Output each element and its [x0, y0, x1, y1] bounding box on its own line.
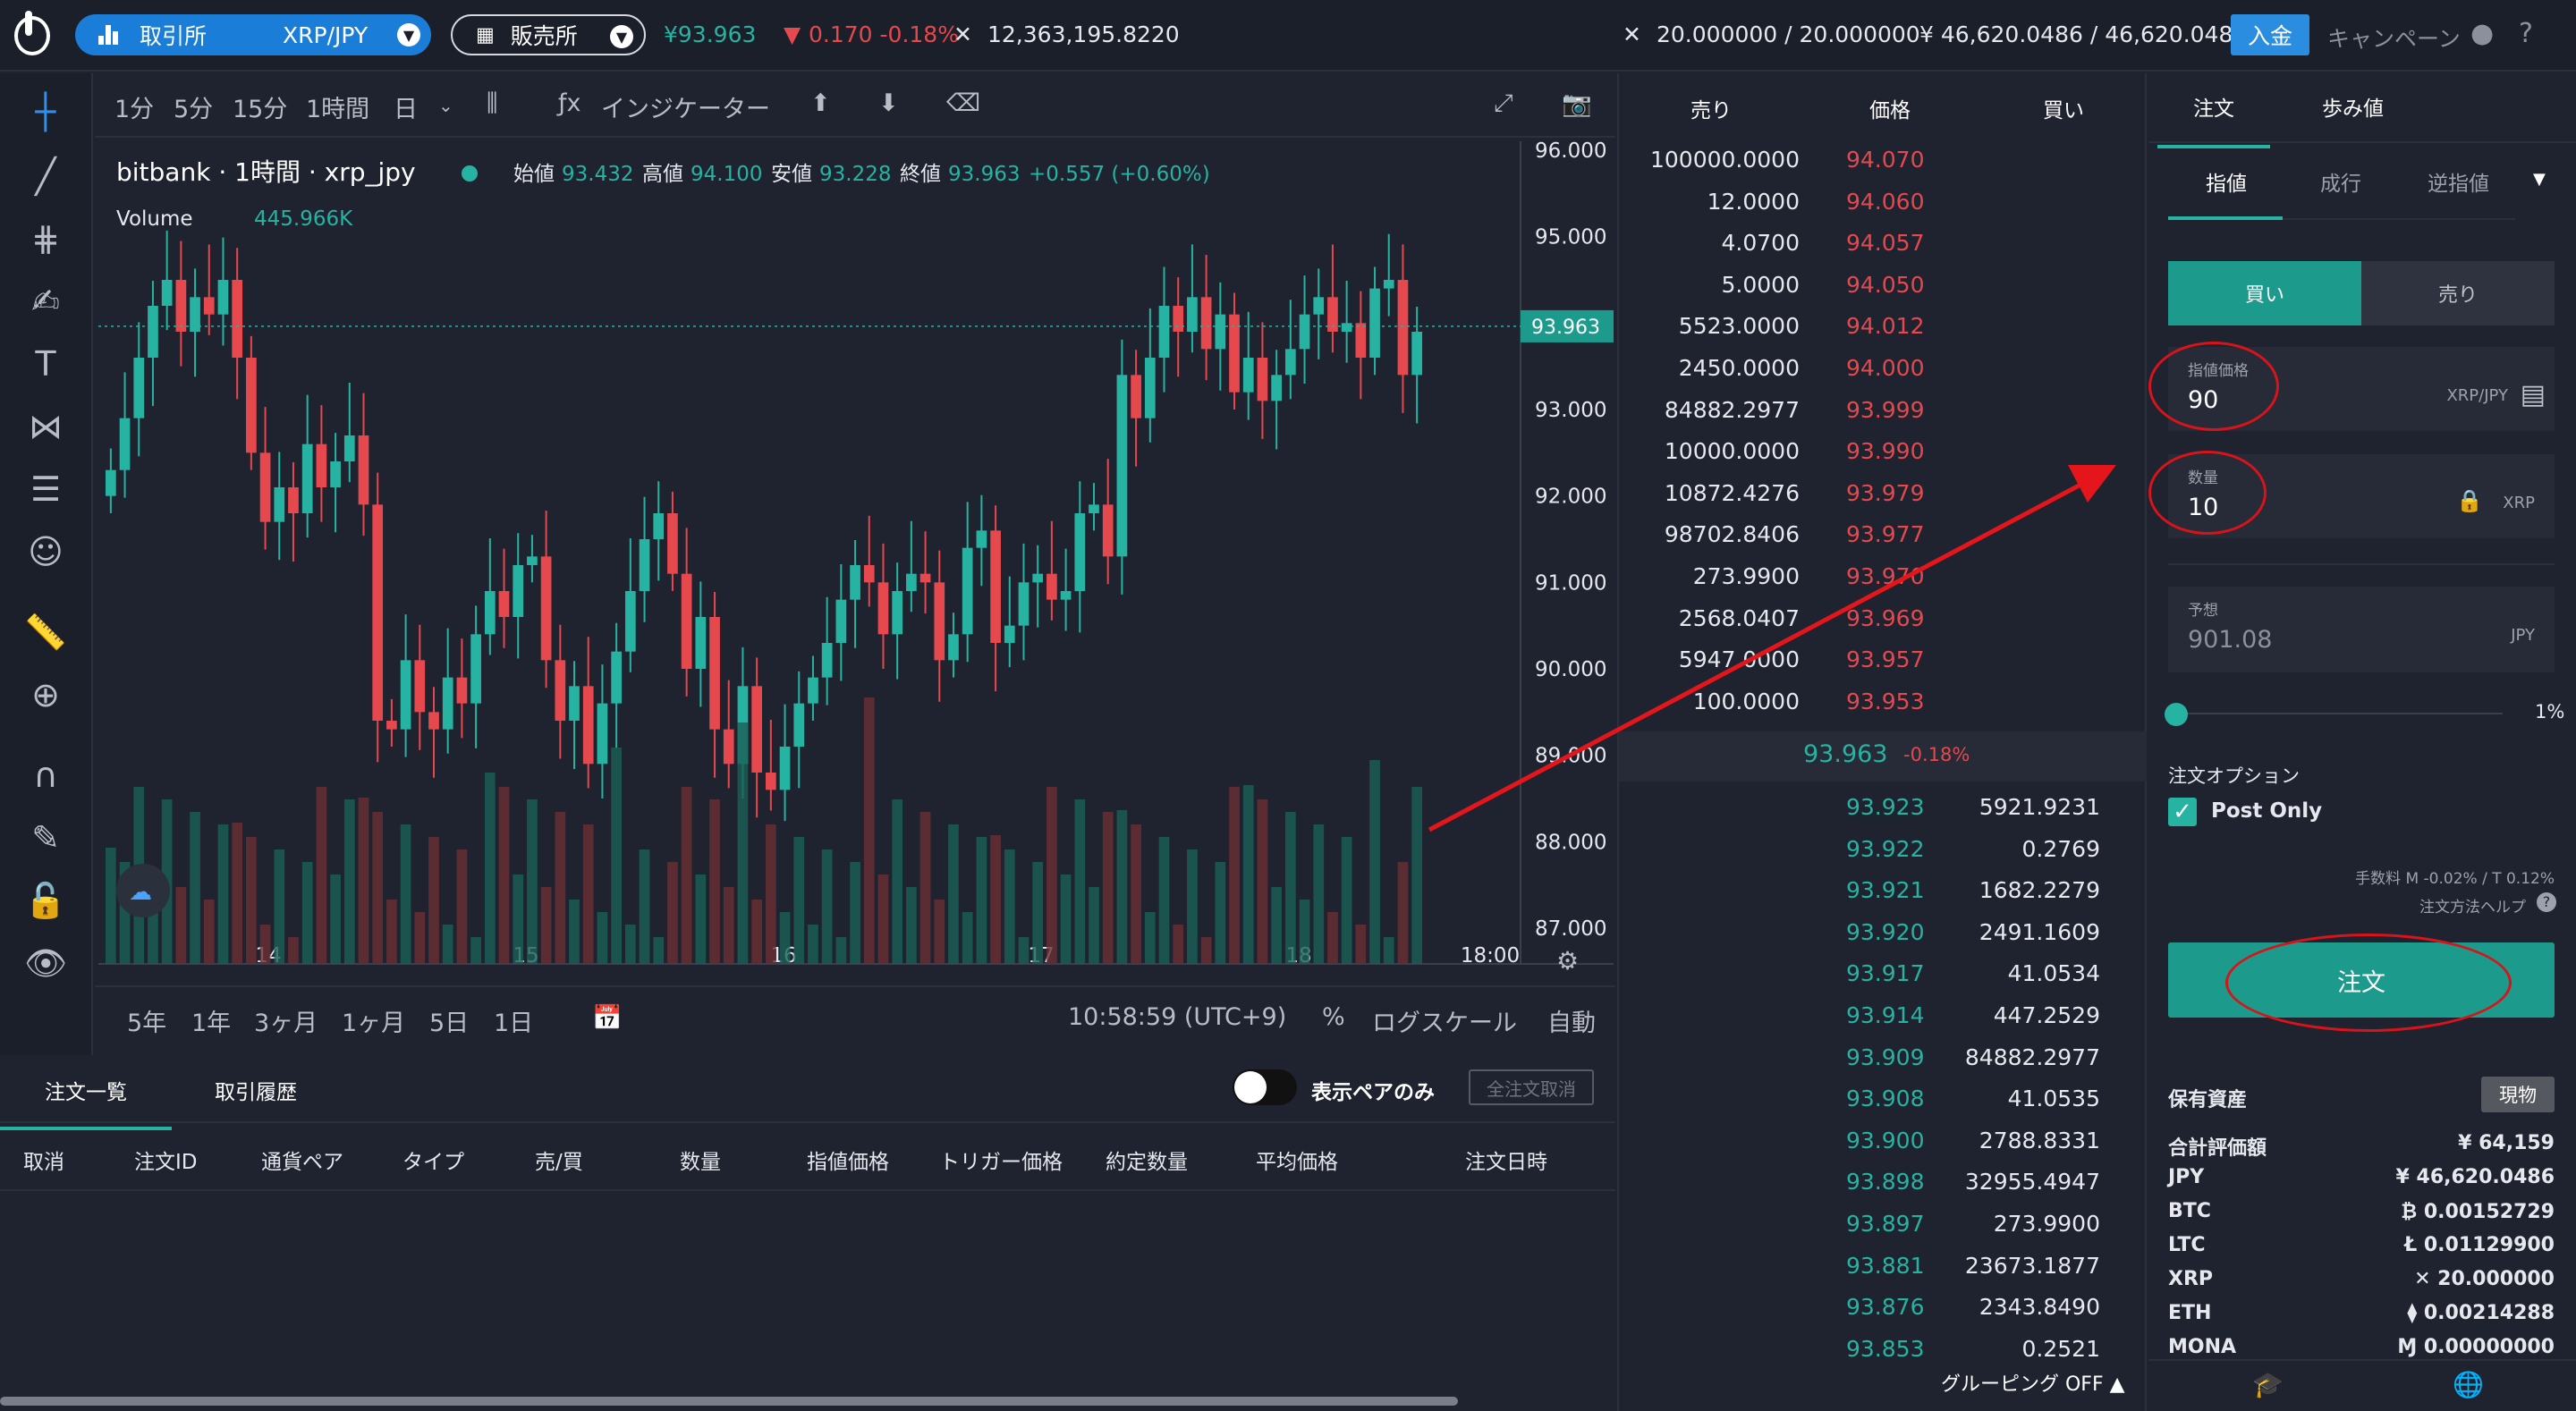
- annotation-arrow: [1428, 465, 2116, 832]
